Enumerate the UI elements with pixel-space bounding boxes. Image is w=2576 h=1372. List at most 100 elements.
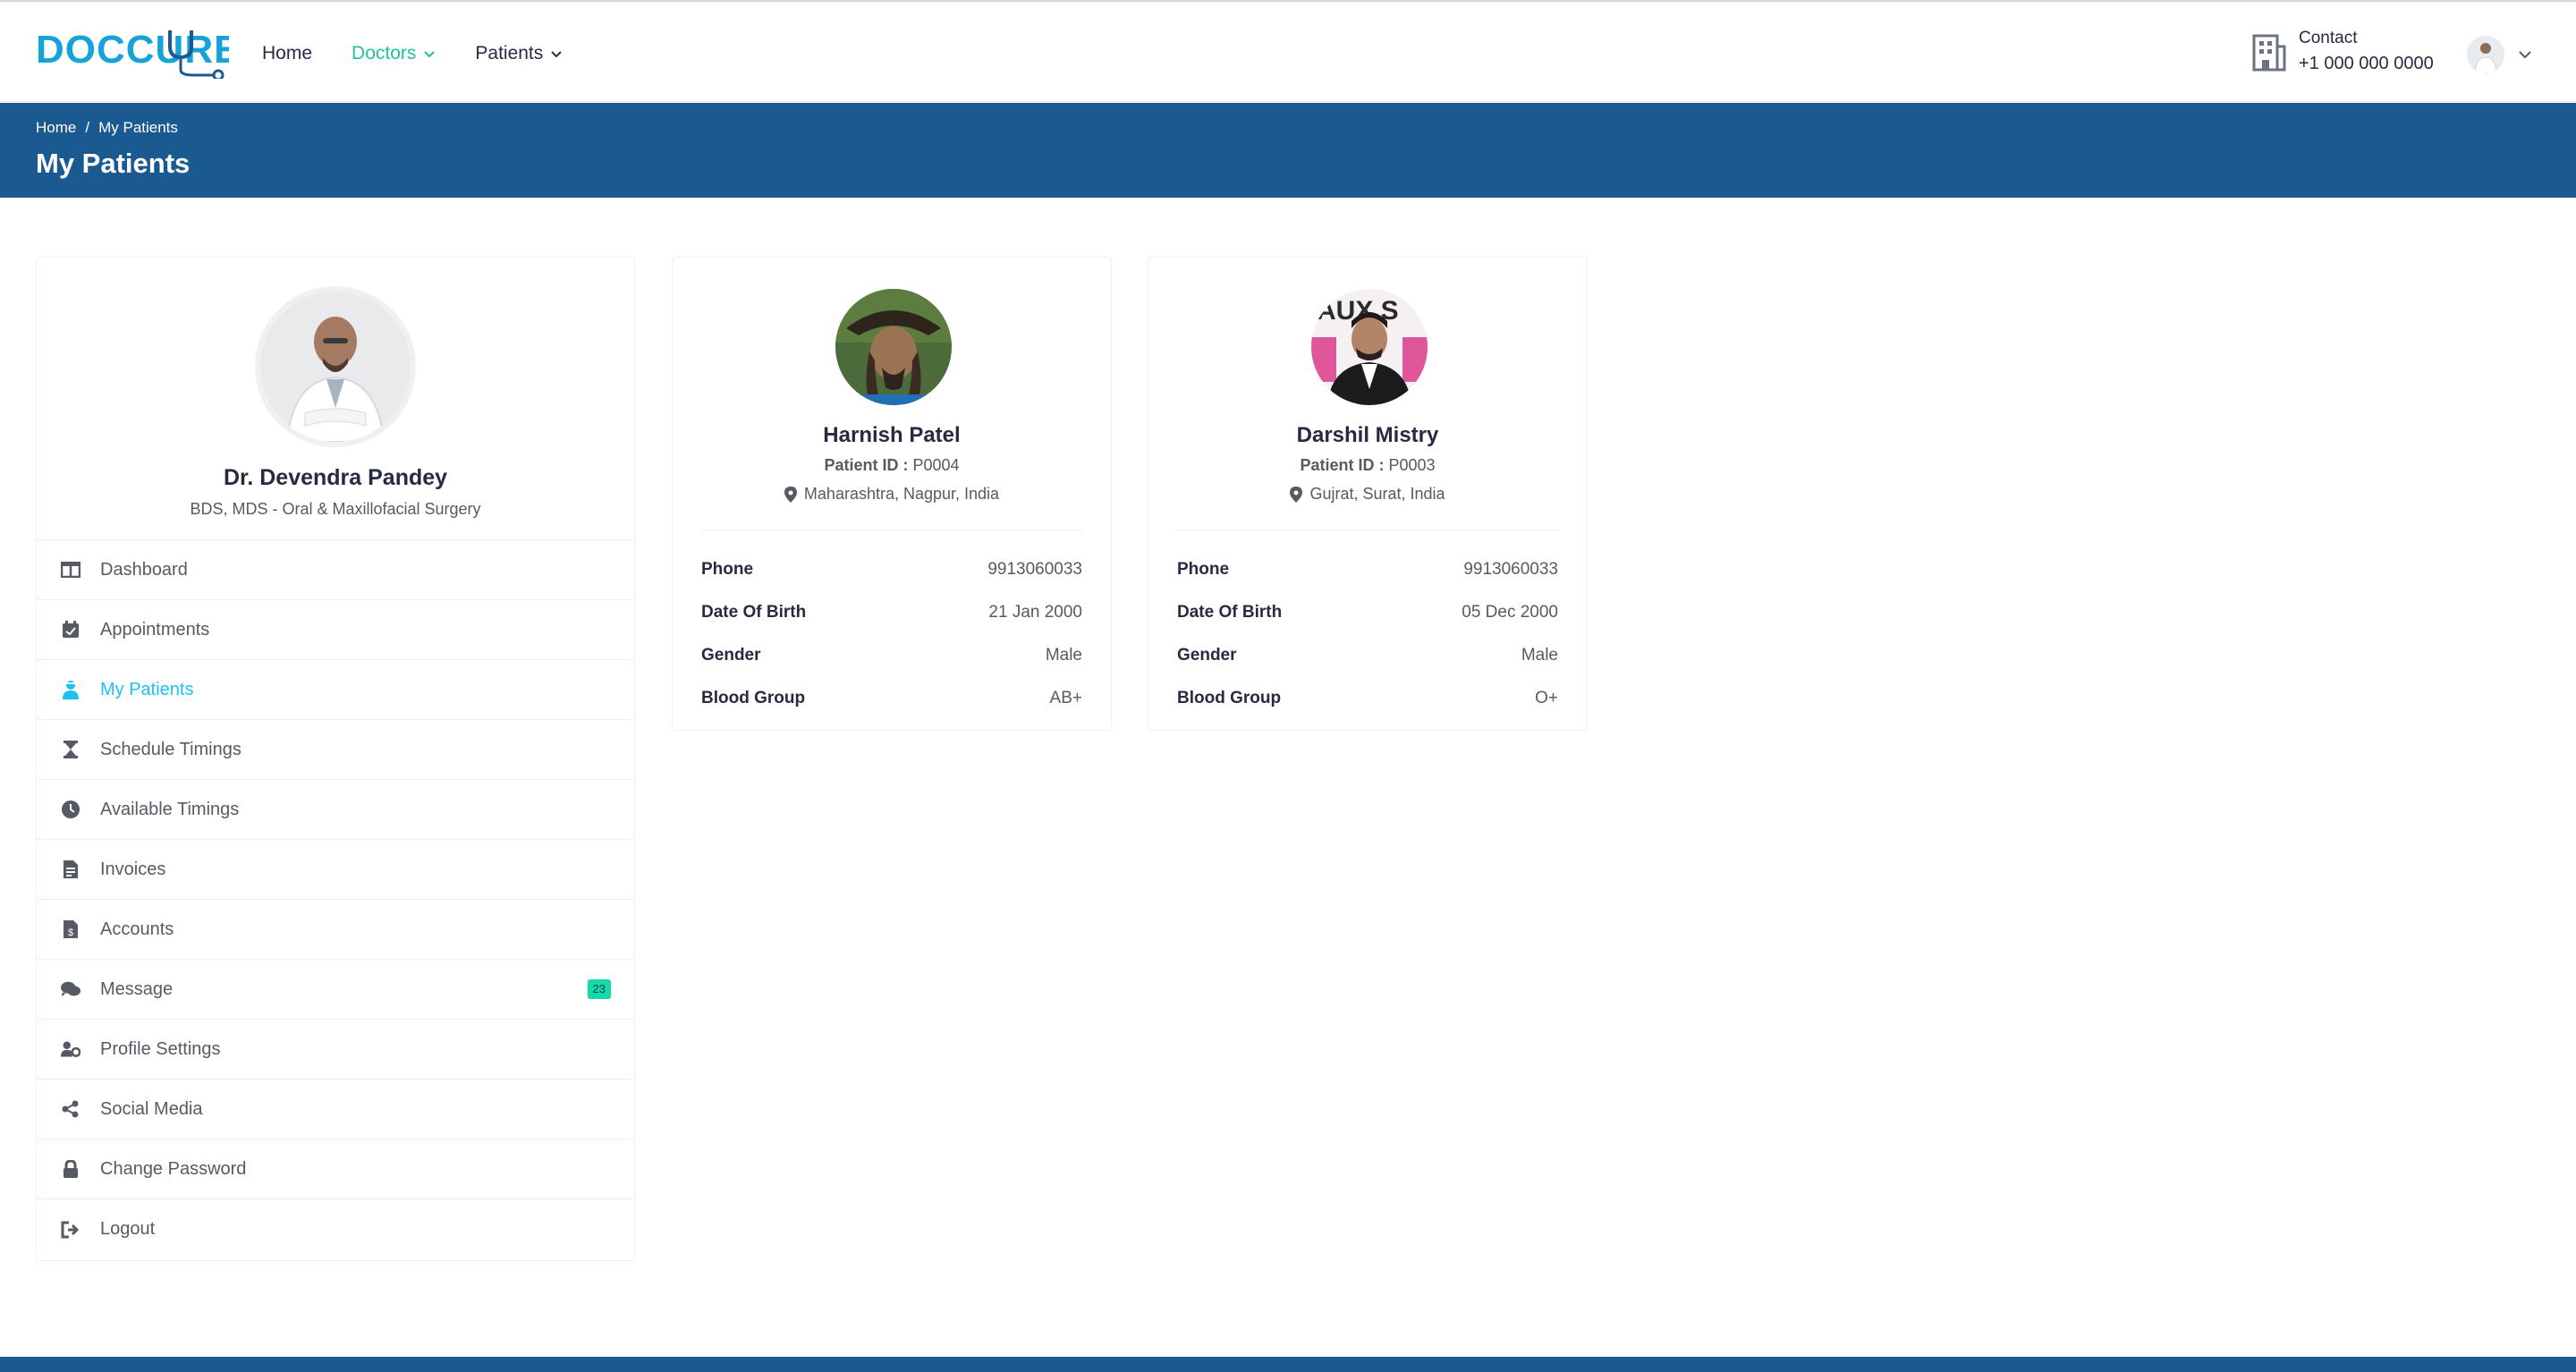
chevron-down-icon — [424, 51, 436, 58]
comments-icon — [61, 979, 80, 999]
patient-info: Phone 9913060033 Date Of Birth 21 Jan 2000… — [701, 548, 1082, 720]
nav-patients-label: Patients — [475, 43, 544, 64]
info-label: Phone — [701, 560, 754, 579]
clock-icon — [61, 800, 80, 819]
breadcrumb: Home / My Patients — [36, 119, 178, 137]
info-label: Phone — [1177, 560, 1230, 579]
share-icon — [61, 1099, 80, 1119]
site-header: DOCCURE Home Doctors Patients Contact +1… — [0, 2, 2576, 102]
sign-out-icon — [61, 1220, 80, 1240]
sidebar-item-accounts[interactable]: $ Accounts — [37, 900, 634, 960]
info-row-gender: Gender Male — [701, 634, 1082, 677]
info-label: Date Of Birth — [1177, 603, 1283, 622]
sidebar-item-message[interactable]: Message 23 — [37, 960, 634, 1020]
info-value: 9913060033 — [1463, 560, 1558, 579]
doctor-name: Dr. Devendra Pandey — [223, 465, 448, 490]
building-icon — [2252, 34, 2286, 72]
user-avatar[interactable] — [2467, 36, 2504, 73]
sidebar-item-social-media[interactable]: Social Media — [37, 1080, 634, 1139]
sidebar-item-invoices[interactable]: Invoices — [37, 840, 634, 900]
contact-phone[interactable]: +1 000 000 0000 — [2299, 50, 2434, 77]
doctor-photo — [255, 286, 416, 447]
contact-label: Contact — [2299, 29, 2358, 47]
patient-photo[interactable]: AUX S — [1311, 289, 1428, 405]
doctor-profile: Dr. Devendra Pandey BDS, MDS - Oral & Ma… — [37, 258, 634, 540]
sidebar-item-label: Profile Settings — [100, 1038, 221, 1059]
doctor-avatar-image — [2467, 36, 2504, 73]
info-value: 05 Dec 2000 — [1462, 603, 1558, 622]
patient-name[interactable]: Darshil Mistry — [1148, 423, 1587, 448]
footer-strip — [0, 1357, 2576, 1372]
svg-text:DOCCURE: DOCCURE — [36, 28, 229, 72]
info-value: AB+ — [1049, 689, 1082, 707]
sidebar-item-label: My Patients — [100, 679, 194, 699]
card-divider — [1177, 529, 1558, 530]
patient-portrait-image — [835, 289, 952, 405]
page-title: My Patients — [36, 148, 191, 179]
chevron-down-icon[interactable] — [2517, 48, 2533, 61]
sidebar-item-logout[interactable]: Logout — [37, 1199, 634, 1259]
nav-doctors-label: Doctors — [352, 43, 417, 64]
info-row-gender: Gender Male — [1177, 634, 1558, 677]
sidebar-item-schedule-timings[interactable]: Schedule Timings — [37, 720, 634, 780]
patient-card[interactable]: Harnish Patel Patient ID : P0004 Maharas… — [672, 257, 1112, 731]
file-dollar-icon: $ — [61, 919, 80, 939]
patient-name[interactable]: Harnish Patel — [673, 423, 1111, 448]
patient-card[interactable]: AUX S Darshil Mistry Patient ID : P0003 … — [1148, 257, 1588, 731]
sidebar-item-change-password[interactable]: Change Password — [37, 1139, 634, 1199]
info-row-phone: Phone 9913060033 — [1177, 548, 1558, 591]
main-nav: Home Doctors Patients — [262, 38, 602, 70]
nav-patients[interactable]: Patients — [475, 43, 563, 64]
doctor-sidebar: Dr. Devendra Pandey BDS, MDS - Oral & Ma… — [36, 257, 635, 1261]
breadcrumb-home[interactable]: Home — [36, 119, 76, 137]
map-marker-icon — [1290, 486, 1303, 503]
calendar-check-icon — [61, 620, 80, 639]
info-row-blood-group: Blood Group AB+ — [701, 677, 1082, 720]
sidebar-item-appointments[interactable]: Appointments — [37, 600, 634, 660]
info-label: Blood Group — [701, 689, 806, 707]
chevron-down-icon — [551, 51, 562, 58]
breadcrumb-current: My Patients — [98, 119, 178, 136]
info-row-dob: Date Of Birth 21 Jan 2000 — [701, 591, 1082, 634]
info-row-phone: Phone 9913060033 — [701, 548, 1082, 591]
nav-doctors[interactable]: Doctors — [352, 43, 436, 64]
sidebar-item-label: Message — [100, 978, 174, 999]
patient-id-label: Patient ID : — [1300, 456, 1385, 474]
lock-icon — [61, 1159, 80, 1179]
breadcrumb-separator: / — [85, 119, 90, 136]
info-row-dob: Date Of Birth 05 Dec 2000 — [1177, 591, 1558, 634]
sidebar-item-my-patients[interactable]: My Patients — [37, 660, 634, 720]
info-label: Gender — [1177, 646, 1237, 665]
doccure-logo-icon: DOCCURE — [36, 28, 229, 79]
info-label: Gender — [701, 646, 761, 665]
sidebar-item-profile-settings[interactable]: Profile Settings — [37, 1020, 634, 1080]
message-count-badge: 23 — [587, 979, 611, 999]
sidebar-item-label: Available Timings — [100, 799, 240, 819]
patient-id-label: Patient ID : — [824, 456, 909, 474]
svg-text:$: $ — [68, 927, 73, 938]
info-label: Blood Group — [1177, 689, 1282, 707]
info-value: Male — [1045, 646, 1082, 665]
sidebar-item-label: Schedule Timings — [100, 739, 242, 759]
patient-location-text: Maharashtra, Nagpur, India — [803, 485, 1000, 503]
patient-photo[interactable] — [835, 289, 952, 405]
nav-home[interactable]: Home — [262, 43, 312, 64]
patient-id-value: P0003 — [1388, 456, 1436, 474]
sidebar-item-label: Change Password — [100, 1158, 247, 1179]
info-value: 9913060033 — [987, 560, 1082, 579]
doctor-portrait-image — [260, 292, 411, 442]
sidebar-item-label: Invoices — [100, 859, 166, 879]
info-value: Male — [1521, 646, 1558, 665]
patient-portrait-image: AUX S — [1311, 289, 1428, 405]
info-row-blood-group: Blood Group O+ — [1177, 677, 1558, 720]
info-value: O+ — [1535, 689, 1558, 707]
patient-id: Patient ID : P0003 — [1148, 456, 1587, 475]
sidebar-item-label: Accounts — [100, 919, 174, 939]
sidebar-item-label: Social Media — [100, 1098, 203, 1119]
sidebar-menu: Dashboard Appointments My Patients Sched… — [37, 540, 634, 1259]
brand-logo[interactable]: DOCCURE — [36, 25, 229, 79]
file-invoice-icon — [61, 860, 80, 879]
sidebar-item-dashboard[interactable]: Dashboard — [37, 540, 634, 600]
patient-id: Patient ID : P0004 — [673, 456, 1111, 475]
sidebar-item-available-timings[interactable]: Available Timings — [37, 780, 634, 840]
